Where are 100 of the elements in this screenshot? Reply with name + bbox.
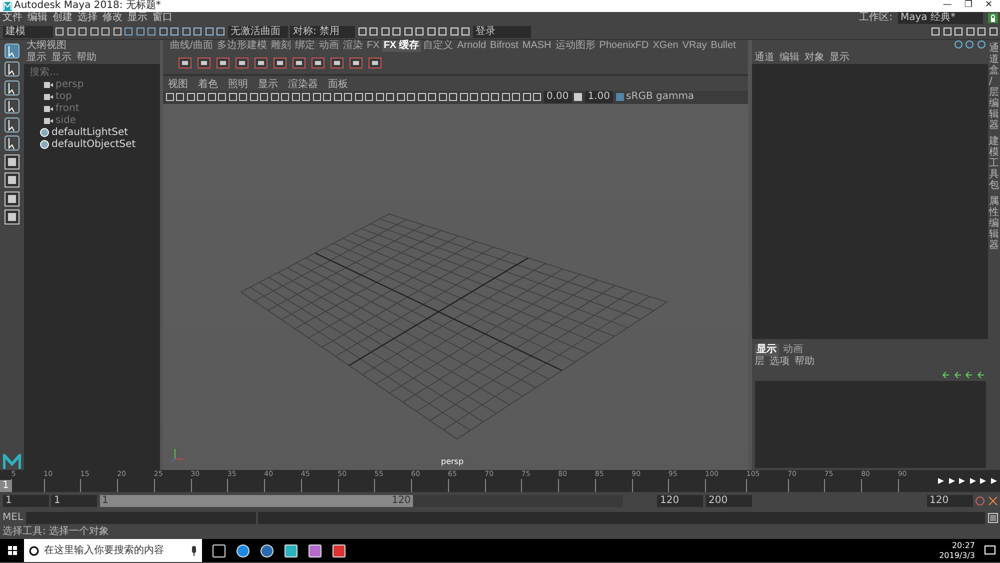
exposure-field[interactable]: 0.00 [544, 91, 572, 103]
shelf-tab[interactable]: Bullet [708, 40, 738, 52]
script-editor-icon[interactable] [988, 513, 998, 523]
shelf-tab[interactable]: FX 缓存 [382, 40, 422, 52]
cache-icon[interactable] [197, 56, 211, 70]
current-frame-marker[interactable]: 1 [0, 480, 12, 492]
panel-tab[interactable]: 显示 [754, 344, 778, 356]
side-tab[interactable]: 属性编辑器 [989, 196, 999, 250]
menu-item[interactable]: 编辑 [28, 12, 48, 24]
menu-item[interactable]: 显示 [830, 52, 850, 64]
command-input[interactable] [26, 512, 256, 524]
menu-item[interactable]: 渲染器 [288, 78, 318, 90]
shelf-tab[interactable]: VRay [680, 40, 709, 52]
shelf-tab[interactable]: 绑定 [292, 40, 317, 52]
surface-field: 无激活曲面 [228, 26, 288, 38]
clock-time[interactable]: 20:27 [952, 540, 975, 550]
outliner-item[interactable]: front [56, 102, 80, 114]
menu-item[interactable]: 文件 [2, 12, 22, 24]
shelf-tab[interactable]: MASH [520, 40, 554, 52]
range-slider-track[interactable]: 1 120 [100, 495, 622, 507]
shelf-tab[interactable]: Bifrost [488, 40, 520, 52]
layer-arrow-icon[interactable] [954, 370, 962, 378]
color-space-label[interactable]: sRGB gamma [626, 91, 694, 103]
start-frame-field[interactable]: 1 [2, 495, 48, 507]
play-icon[interactable] [958, 477, 966, 485]
layer-arrow-icon[interactable] [976, 370, 986, 378]
camera-label: persp [441, 456, 464, 468]
cache-icon[interactable] [368, 56, 382, 70]
menu-item[interactable]: 修改 [102, 12, 122, 24]
menu-item[interactable]: 着色 [198, 78, 218, 90]
viewport-background[interactable]: persp [163, 104, 748, 470]
cache-icon[interactable] [254, 56, 268, 70]
side-tab[interactable]: 建模工具包 [989, 136, 999, 190]
end-frame-field[interactable]: 200 [706, 495, 752, 507]
cache-icon[interactable] [235, 56, 249, 70]
camera-icon [44, 94, 53, 100]
side-tab[interactable]: 通道盒/层编辑器 [989, 42, 999, 130]
outliner-item[interactable]: defaultLightSet [52, 126, 128, 138]
login-dropdown[interactable]: 登录 [472, 26, 530, 38]
menu-item[interactable]: 对象 [804, 52, 824, 64]
shelf-tab[interactable]: XGen [650, 40, 680, 52]
window-title: Autodesk Maya 2018: 无标题* [14, 0, 161, 12]
cache-icon[interactable] [330, 56, 344, 70]
menu-item[interactable]: 窗口 [152, 12, 172, 24]
menu-item[interactable]: 选择 [78, 12, 98, 24]
search-placeholder: 在这里输入你要搜索的内容 [44, 544, 165, 556]
mode-dropdown[interactable]: 建模 [2, 26, 52, 38]
cache-icon[interactable] [178, 56, 192, 70]
range-slider[interactable]: 1 120 [100, 495, 414, 507]
layer-arrow-icon[interactable] [942, 370, 951, 378]
menu-item[interactable]: 帮助 [794, 356, 814, 368]
shelf-tab[interactable]: 渲染 [340, 40, 365, 52]
menu-item[interactable]: 编辑 [780, 52, 800, 64]
close-button[interactable]: ✕ [980, 0, 998, 13]
shelf-tab[interactable]: FX [364, 40, 382, 52]
menu-item[interactable]: 显示 [258, 78, 278, 90]
layer-arrow-icon[interactable] [965, 370, 974, 378]
shelf-tab[interactable]: PhoenixFD [597, 40, 651, 52]
menu-item[interactable]: 显示 [26, 52, 46, 64]
menu-item[interactable]: 面板 [328, 78, 348, 90]
shelf-tab[interactable]: 自定义 [421, 40, 456, 52]
outliner-item[interactable]: side [56, 114, 76, 126]
shelf-tab[interactable]: 雕刻 [268, 40, 293, 52]
outliner-item[interactable]: persp [56, 78, 84, 90]
shelf-tab[interactable]: 曲线/曲面 [168, 40, 215, 52]
clock-date[interactable]: 2019/3/3 [939, 550, 975, 560]
menu-item[interactable]: 通道 [754, 52, 774, 64]
cache-icon[interactable] [216, 56, 230, 70]
menu-item[interactable]: 显示 [52, 52, 72, 64]
cache-icon[interactable] [311, 56, 325, 70]
shelf-tab[interactable]: Arnold [455, 40, 488, 52]
current-frame-field[interactable]: 120 [926, 495, 972, 507]
shelf-tab[interactable]: 多边形建模 [214, 40, 269, 52]
cache-icon[interactable] [292, 56, 306, 70]
symmetry-dropdown[interactable]: 对称: 禁用 [290, 26, 355, 38]
menu-item[interactable]: 创建 [52, 12, 72, 24]
panel-tab[interactable]: 动画 [781, 344, 805, 356]
playback-end-field[interactable]: 120 [657, 495, 703, 507]
menu-item[interactable]: 帮助 [76, 52, 96, 64]
restore-button[interactable]: ❐ [959, 0, 978, 13]
shelf-tab[interactable]: 运动图形 [553, 40, 598, 52]
command-language-label[interactable]: MEL [2, 512, 24, 524]
shelf-tab[interactable]: 动画 [316, 40, 341, 52]
playback-start-field[interactable]: 1 [51, 495, 97, 507]
cache-icon[interactable] [349, 56, 363, 70]
menu-item[interactable]: 显示 [128, 12, 148, 24]
menu-item[interactable]: 选项 [770, 356, 790, 368]
workspace-dropdown[interactable]: Maya 经典* [898, 12, 982, 24]
minimize-button[interactable]: — [938, 0, 957, 13]
outliner-item[interactable]: defaultObjectSet [52, 138, 136, 150]
menu-item[interactable]: 视图 [168, 78, 188, 90]
menu-item[interactable]: 层 [754, 356, 764, 368]
workspace-label: 工作区: [859, 12, 892, 24]
taskbar-search-field[interactable]: 在这里输入你要搜索的内容 [24, 539, 202, 562]
cache-icon[interactable] [273, 56, 287, 70]
browser-icon[interactable] [236, 544, 250, 558]
gamma-field[interactable]: 1.00 [584, 91, 614, 103]
menu-item[interactable]: 照明 [228, 78, 248, 90]
outliner-item[interactable]: top [56, 90, 72, 102]
layout-single-icon[interactable] [4, 154, 20, 170]
